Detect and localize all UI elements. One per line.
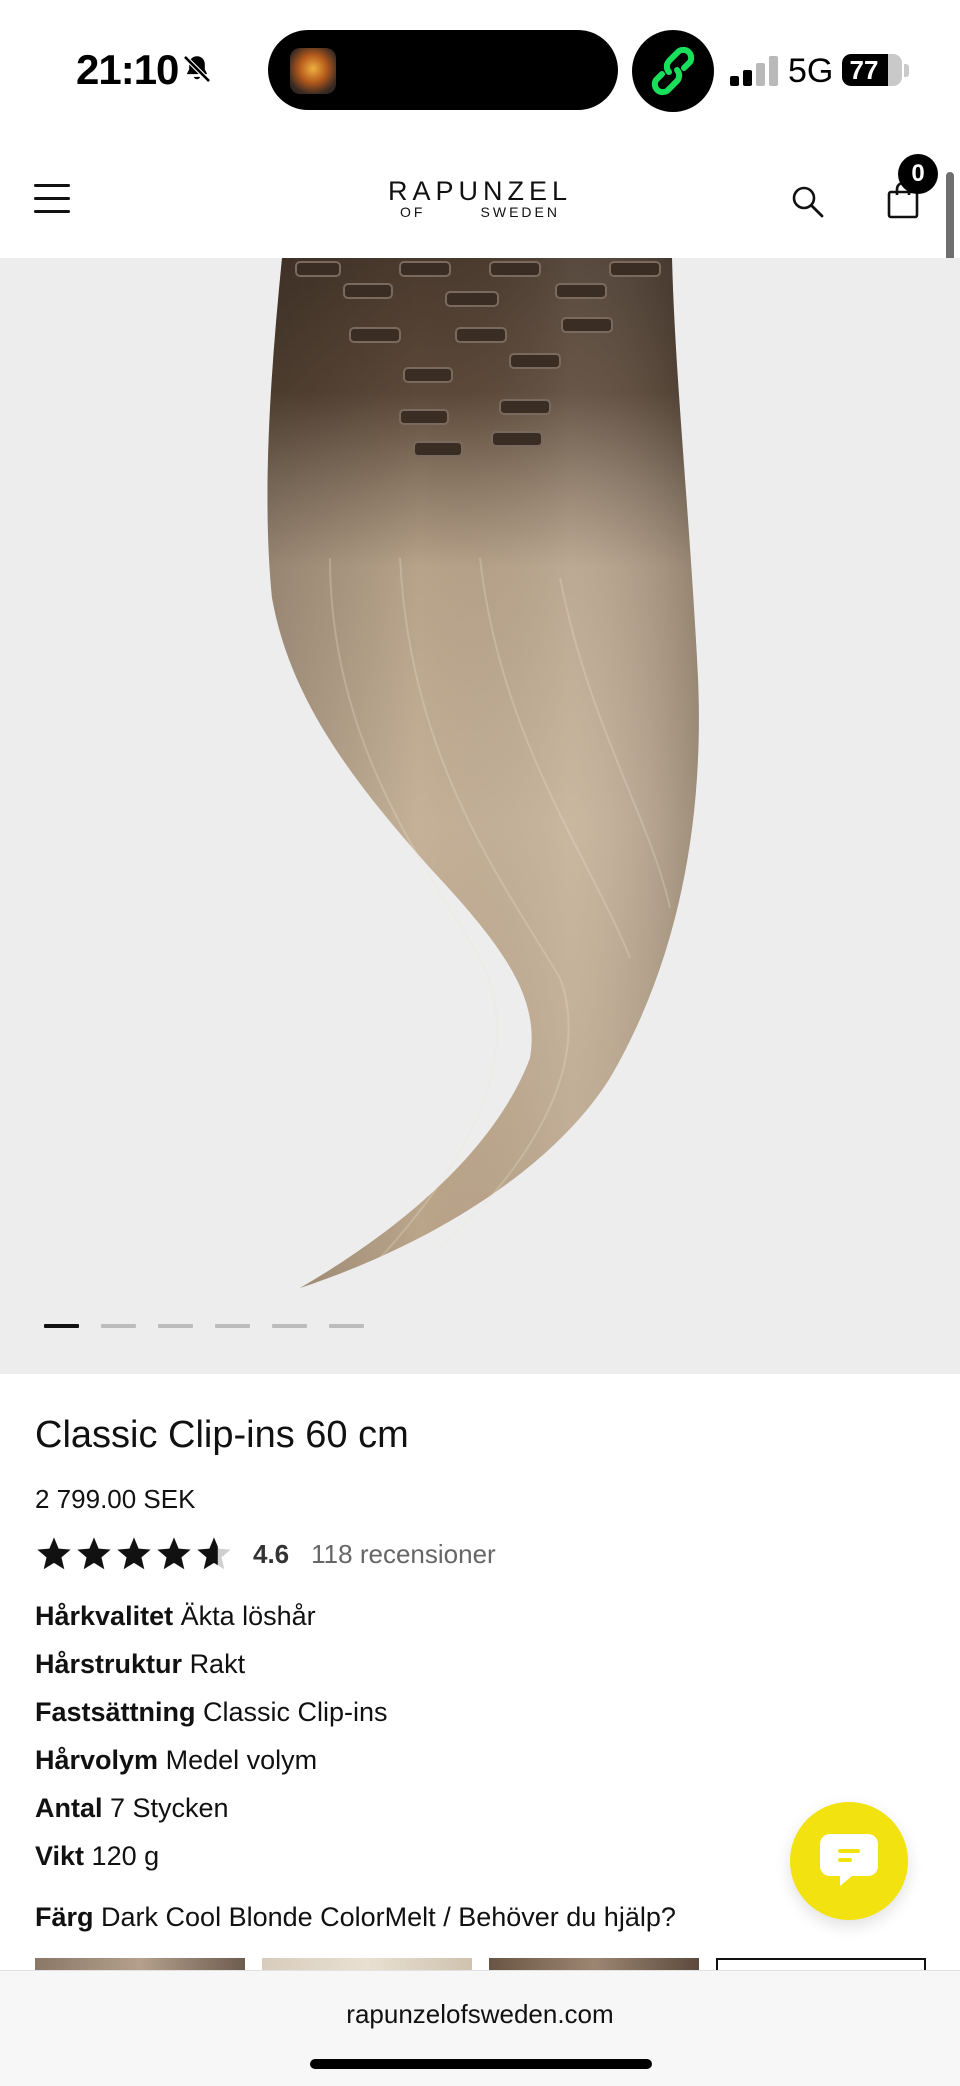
attribute-row: Hårkvalitet Äkta löshår [35, 1592, 388, 1640]
gallery-dot[interactable] [329, 1324, 364, 1328]
status-time: 21:10 [76, 46, 179, 93]
hamburger-menu-icon[interactable] [34, 184, 70, 214]
url-text[interactable]: rapunzelofsweden.com [0, 1999, 960, 2030]
help-link[interactable]: Behöver du hjälp? [458, 1902, 676, 1932]
product-price: 2 799.00 SEK [35, 1484, 196, 1514]
color-swatch[interactable] [35, 1958, 245, 1970]
logo-wordmark: RAPUNZEL [387, 176, 573, 206]
attribute-row: Vikt 120 g [35, 1832, 388, 1880]
chat-bubble-icon [820, 1834, 878, 1886]
color-value: Dark Cool Blonde ColorMelt [101, 1902, 436, 1932]
star-rating [35, 1535, 233, 1573]
logo-of: OF [400, 204, 426, 220]
star-icon [117, 1537, 151, 1570]
bell-muted-icon [183, 55, 211, 83]
link-icon [651, 46, 695, 96]
gallery-dot[interactable] [272, 1324, 307, 1328]
gallery-dot[interactable] [101, 1324, 136, 1328]
star-icon [197, 1537, 231, 1570]
attribute-label: Hårvolym [35, 1745, 159, 1775]
attribute-row: Fastsättning Classic Clip-ins [35, 1688, 388, 1736]
status-bar: 21:10 5G 77 [0, 0, 960, 140]
gallery-pagination [44, 1324, 364, 1330]
color-swatch[interactable] [262, 1958, 472, 1970]
color-separator: / [443, 1902, 459, 1932]
product-title: Classic Clip-ins 60 cm [35, 1414, 409, 1456]
attribute-label: Hårkvalitet [35, 1601, 174, 1631]
rating-summary[interactable]: 4.6 118 recensioner [35, 1534, 496, 1574]
attribute-value: 7 Stycken [110, 1793, 229, 1823]
attribute-value: Äkta löshår [180, 1601, 316, 1631]
color-selection: Färg Dark Cool Blonde ColorMelt / Behöve… [35, 1902, 676, 1933]
star-icon [37, 1537, 71, 1570]
rating-value: 4.6 [253, 1538, 290, 1569]
brand-logo[interactable]: RAPUNZEL OF SWEDEN [380, 178, 580, 222]
color-swatch-selected[interactable] [716, 1958, 926, 1970]
attribute-row: Hårstruktur Rakt [35, 1640, 388, 1688]
battery-icon: 77 [842, 54, 902, 86]
logo-sweden: SWEDEN [480, 204, 560, 220]
color-swatches [35, 1958, 935, 1970]
color-label: Färg [35, 1902, 94, 1932]
dynamic-island[interactable] [268, 30, 618, 110]
attribute-label: Hårstruktur [35, 1649, 183, 1679]
browser-address-bar[interactable]: rapunzelofsweden.com [0, 1970, 960, 2086]
star-icon [77, 1537, 111, 1570]
app-activity-icon[interactable] [632, 30, 714, 112]
gallery-dot[interactable] [158, 1324, 193, 1328]
product-image-gallery[interactable] [0, 258, 960, 1374]
search-icon[interactable] [790, 184, 826, 220]
attribute-label: Antal [35, 1793, 103, 1823]
review-count-link[interactable]: 118 recensioner [311, 1539, 496, 1570]
attribute-row: Antal 7 Stycken [35, 1784, 388, 1832]
battery-tip [904, 64, 909, 77]
cellular-signal-icon [730, 54, 780, 86]
attribute-row: Hårvolym Medel volym [35, 1736, 388, 1784]
home-indicator[interactable] [310, 2059, 652, 2069]
attribute-label: Vikt [35, 1841, 85, 1871]
cart-count-badge[interactable]: 0 [898, 154, 938, 194]
now-playing-thumbnail [290, 48, 336, 94]
attribute-value: 120 g [91, 1841, 160, 1871]
hair-extension-image [267, 258, 699, 1288]
gallery-dot[interactable] [44, 1324, 79, 1328]
attribute-value: Rakt [189, 1649, 246, 1679]
site-header: RAPUNZEL OF SWEDEN 0 [0, 140, 960, 258]
color-swatch[interactable] [489, 1958, 699, 1970]
product-attributes: Hårkvalitet Äkta löshår Hårstruktur Rakt… [35, 1592, 388, 1880]
gallery-dot[interactable] [215, 1324, 250, 1328]
attribute-value: Classic Clip-ins [203, 1697, 388, 1727]
network-type: 5G [788, 52, 834, 90]
battery-percent: 77 [849, 55, 879, 85]
star-icon [157, 1537, 191, 1570]
attribute-label: Fastsättning [35, 1697, 196, 1727]
attribute-value: Medel volym [165, 1745, 318, 1775]
chat-support-button[interactable] [790, 1802, 908, 1920]
